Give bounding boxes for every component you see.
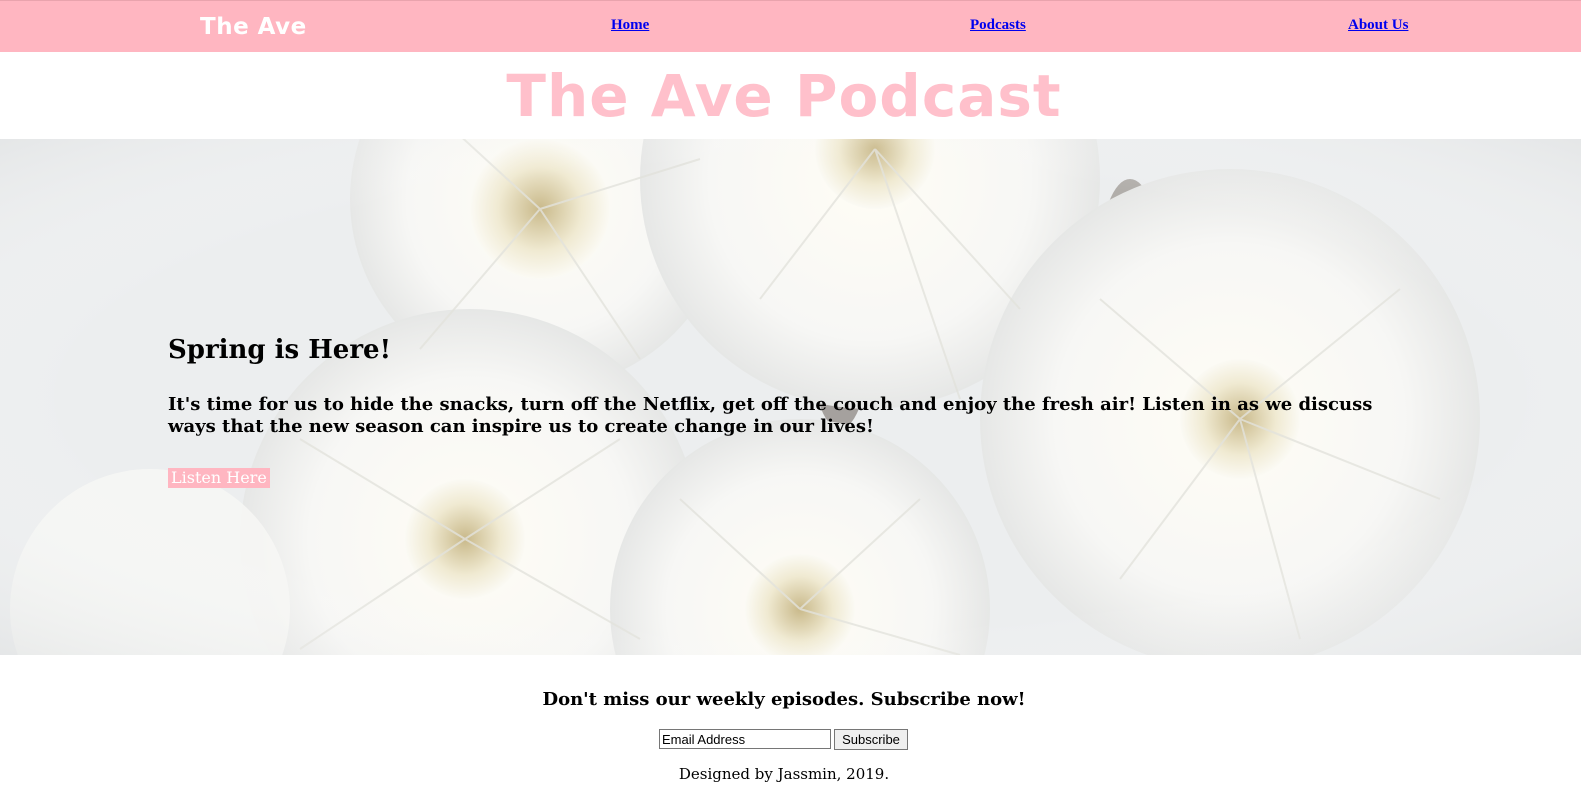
- nav-link-home[interactable]: Home: [611, 17, 649, 34]
- listen-here-button[interactable]: Listen Here: [168, 468, 270, 488]
- brand-logo[interactable]: The Ave: [200, 14, 307, 40]
- nav-link-about-us[interactable]: About Us: [1348, 17, 1408, 34]
- footer-credit: Designed by Jassmin, 2019.: [678, 765, 890, 783]
- subscribe-heading: Don't miss our weekly episodes. Subscrib…: [542, 689, 1026, 710]
- page-title: The Ave Podcast: [506, 62, 1062, 130]
- hero-heading: Spring is Here!: [168, 335, 391, 365]
- title-section: The Ave Podcast: [0, 52, 1581, 139]
- email-input[interactable]: [659, 729, 831, 749]
- hero-description: It's time for us to hide the snacks, tur…: [168, 394, 1373, 437]
- subscribe-button[interactable]: Subscribe: [834, 729, 908, 750]
- nav-link-podcasts[interactable]: Podcasts: [970, 17, 1026, 34]
- hero-content: Spring is Here! It's time for us to hide…: [168, 334, 1388, 488]
- top-nav-bar: The Ave Home Podcasts About Us: [0, 0, 1581, 52]
- hero-banner: Spring is Here! It's time for us to hide…: [0, 139, 1581, 655]
